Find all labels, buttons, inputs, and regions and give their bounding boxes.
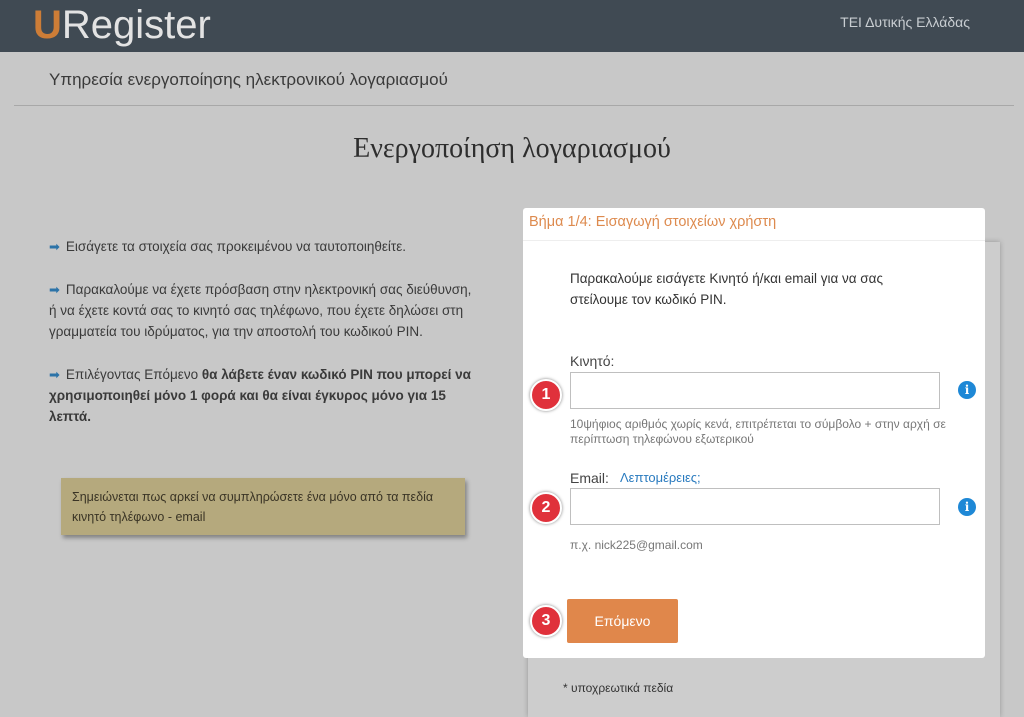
top-header-bar: URegister ΤΕΙ Δυτικής Ελλάδας bbox=[0, 0, 1024, 52]
logo-text: Register bbox=[61, 3, 211, 47]
mobile-info-icon[interactable]: i bbox=[958, 381, 976, 399]
step-badge-1: 1 bbox=[530, 379, 562, 411]
arrow-right-icon: ➡ bbox=[49, 239, 60, 254]
required-fields-note: * υποχρεωτικά πεδία bbox=[563, 681, 674, 695]
step-badge-3: 3 bbox=[530, 605, 562, 637]
next-button[interactable]: Επόμενο bbox=[567, 599, 678, 643]
instructions-column: ➡ Εισάγετε τα στοιχεία σας προκειμένου να… bbox=[49, 236, 474, 449]
arrow-right-icon: ➡ bbox=[49, 367, 60, 382]
instruction-1: ➡ Εισάγετε τα στοιχεία σας προκειμένου να… bbox=[49, 236, 474, 257]
step-divider bbox=[523, 240, 985, 241]
instruction-1-text: Εισάγετε τα στοιχεία σας προκειμένου να … bbox=[65, 239, 406, 254]
email-info-icon[interactable]: i bbox=[958, 498, 976, 516]
instruction-2: ➡ Παρακαλούμε να έχετε πρόσβαση στην ηλεκ… bbox=[49, 279, 474, 342]
page-title: Ενεργοποίηση λογαριασμού bbox=[353, 133, 671, 164]
form-panel: Βήμα 1/4: Εισαγωγή στοιχείων χρήστη Παρα… bbox=[523, 208, 985, 658]
instruction-2-text: Παρακαλούμε να έχετε πρόσβαση στην ηλεκτ… bbox=[49, 282, 472, 339]
step-title: Βήμα 1/4: Εισαγωγή στοιχείων χρήστη bbox=[529, 214, 777, 230]
logo-letter-u: U bbox=[33, 3, 62, 47]
instruction-3: ➡ Επιλέγοντας Επόμενο θα λάβετε έναν κωδι… bbox=[49, 364, 474, 427]
note-box: Σημειώνεται πως αρκεί να συμπληρώσετε έν… bbox=[61, 478, 465, 535]
step-badge-2: 2 bbox=[530, 492, 562, 524]
organization-name: ΤΕΙ Δυτικής Ελλάδας bbox=[840, 14, 970, 30]
form-intro: Παρακαλούμε εισάγετε Κινητό ή/και email … bbox=[570, 271, 883, 307]
email-hint: π.χ. nick225@gmail.com bbox=[570, 538, 703, 552]
header-divider bbox=[14, 105, 1014, 106]
mobile-input[interactable] bbox=[570, 372, 940, 409]
uregister-logo[interactable]: URegister bbox=[33, 2, 211, 48]
service-title: Υπηρεσία ενεργοποίησης ηλεκτρονικού λογα… bbox=[49, 70, 448, 89]
email-input[interactable] bbox=[570, 488, 940, 525]
arrow-right-icon: ➡ bbox=[49, 282, 60, 297]
email-label: Email: bbox=[570, 470, 609, 486]
email-details-link[interactable]: Λεπτομέρειες; bbox=[620, 470, 701, 485]
mobile-hint: 10ψήφιος αριθμός χωρίς κενά, επιτρέπεται… bbox=[570, 417, 946, 446]
instruction-3-text: Επιλέγοντας Επόμενο bbox=[65, 367, 202, 382]
mobile-label: Κινητό: bbox=[570, 353, 615, 369]
